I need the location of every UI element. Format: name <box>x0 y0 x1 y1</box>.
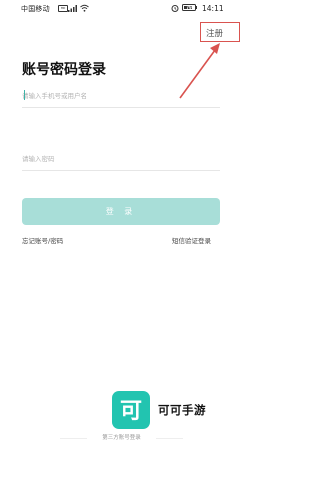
register-highlight-box <box>200 22 240 42</box>
third-party-login: 第三方账号登录 <box>0 433 243 443</box>
battery-level: 79 <box>186 5 192 10</box>
login-screen: 中国移动 HD 79 14:11 注册 账号密码登录 请输入手机号或用户名 登 … <box>0 0 243 480</box>
battery-tip <box>196 6 197 9</box>
brand-logo-icon: 可 <box>120 399 142 424</box>
alarm-icon <box>171 5 179 12</box>
brand-name: 可可手游 <box>158 403 206 417</box>
hd-badge: HD <box>58 5 68 12</box>
divider-right <box>156 438 183 439</box>
battery-icon: 79 <box>182 4 196 11</box>
carrier-name: 中国移动 <box>21 5 50 13</box>
forgot-password-link[interactable]: 忘记账号/密码 <box>22 235 63 245</box>
input-caret <box>24 90 25 100</box>
third-party-login-label: 第三方账号登录 <box>102 435 141 441</box>
account-input[interactable] <box>22 84 220 108</box>
clock: 14:11 <box>202 3 224 13</box>
signal-icon <box>68 5 77 12</box>
page-title: 账号密码登录 <box>22 62 106 78</box>
svg-text:可: 可 <box>120 399 142 424</box>
password-input[interactable] <box>22 147 220 171</box>
status-bar: 中国移动 HD 79 14:11 <box>0 0 243 16</box>
wifi-icon <box>80 4 89 12</box>
brand-logo: 可 <box>112 391 150 429</box>
sms-login-link[interactable]: 短信验证登录 <box>172 235 211 245</box>
login-button[interactable]: 登 录 <box>22 198 220 225</box>
